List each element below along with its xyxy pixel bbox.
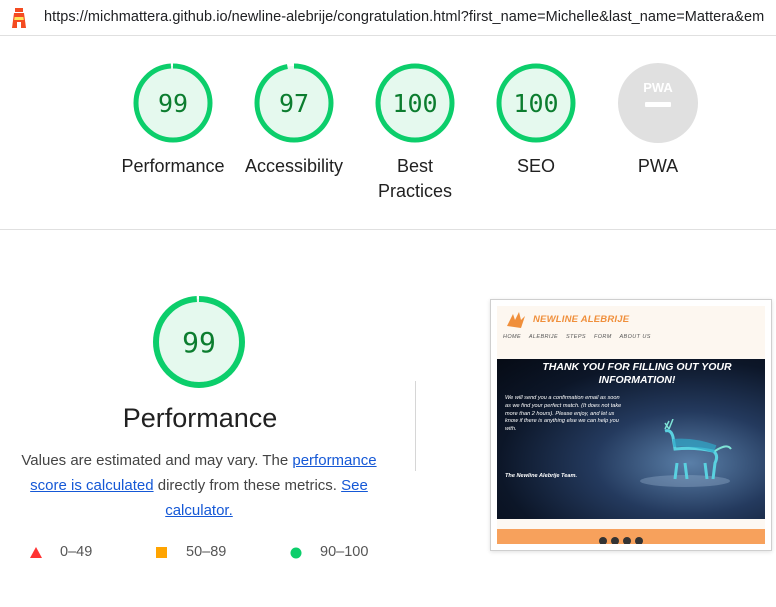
site-nav-item: ALEBRIJE	[528, 334, 559, 340]
instagram-icon	[599, 537, 607, 544]
circle-icon	[290, 547, 302, 559]
site-nav-item: ABOUT US	[619, 334, 651, 340]
legend-fail: 0–49	[30, 544, 92, 560]
legend-average-label: 50–89	[186, 544, 227, 560]
gauge-pwa[interactable]: PWA PWA	[598, 62, 718, 179]
site-nav-item: FORM	[593, 334, 612, 340]
performance-score: 99	[182, 326, 216, 359]
gauge-label: PWA	[637, 156, 679, 176]
gauge-label: Performance	[121, 156, 225, 176]
youtube-icon	[623, 537, 631, 544]
pwa-badge: PWA	[618, 63, 698, 143]
page-url[interactable]: https://michmattera.github.io/newline-al…	[44, 9, 764, 25]
score-ring: 97	[254, 63, 334, 143]
site-preview: NEWLINE ALEBRIJE HOME ALEBRIJE STEPS FOR…	[497, 306, 765, 544]
performance-description: Values are estimated and may vary. The p…	[14, 448, 384, 523]
social-icons	[599, 532, 647, 544]
hero-text: We will send you a confirmation email as…	[505, 395, 622, 433]
score-ring: 100	[375, 63, 455, 143]
performance-section: 99 Performance Values are estimated and …	[0, 231, 776, 607]
hero-title: THANK YOU FOR FILLING OUT YOUR INFORMATI…	[542, 361, 732, 386]
gauge-score: 100	[513, 89, 558, 118]
facebook-icon	[611, 537, 619, 544]
site-hero: THANK YOU FOR FILLING OUT YOUR INFORMATI…	[497, 359, 765, 519]
github-icon	[635, 537, 643, 544]
gauge-score: 99	[158, 89, 188, 118]
pwa-badge-text: PWA	[643, 80, 673, 95]
gauge-label: Accessibility	[244, 156, 344, 176]
legend-average: 50–89	[156, 544, 226, 560]
score-ring: 100	[496, 63, 576, 143]
score-ring: 99	[133, 63, 213, 143]
legend-pass: 90–100	[290, 544, 368, 560]
gauge-label: SEO	[516, 156, 555, 176]
hero-signature: The Newline Alebrije Team.	[505, 473, 578, 479]
gauge-score: 97	[279, 89, 309, 118]
legend-fail-label: 0–49	[60, 544, 93, 560]
category-gauges: 99 Performance 97 Accessibility 100 Best…	[0, 36, 776, 230]
site-brand: NEWLINE ALEBRIJE	[533, 314, 630, 325]
gauge-label: Best Practices	[377, 156, 453, 201]
square-icon	[156, 547, 167, 558]
gauge-accessibility[interactable]: 97 Accessibility	[234, 62, 354, 179]
performance-score-gauge: 99	[153, 296, 245, 388]
alebrije-logo-icon	[507, 312, 525, 328]
lighthouse-icon	[12, 8, 26, 28]
final-screenshot-thumbnail[interactable]: NEWLINE ALEBRIJE HOME ALEBRIJE STEPS FOR…	[490, 299, 772, 551]
url-bar: https://michmattera.github.io/newline-al…	[0, 0, 776, 36]
divider	[415, 381, 416, 471]
desc-text-2: directly from these metrics.	[153, 477, 342, 494]
gauge-score: 100	[392, 89, 437, 118]
pwa-dash-icon	[645, 102, 671, 107]
gauge-performance[interactable]: 99 Performance	[113, 62, 233, 179]
gauge-seo[interactable]: 100 SEO	[476, 62, 596, 179]
site-nav-item: HOME	[503, 334, 522, 340]
site-nav: HOME ALEBRIJE STEPS FORM ABOUT US	[503, 334, 657, 340]
legend-pass-label: 90–100	[320, 544, 369, 560]
desc-text-1: Values are estimated and may vary. The	[21, 452, 293, 469]
site-footer	[497, 529, 765, 544]
site-header: NEWLINE ALEBRIJE HOME ALEBRIJE STEPS FOR…	[497, 306, 765, 356]
site-nav-item: STEPS	[565, 334, 587, 340]
triangle-icon	[30, 547, 42, 558]
performance-title: Performance	[122, 403, 278, 433]
glowing-deer-image	[640, 419, 732, 487]
gauge-best-practices[interactable]: 100 Best Practices	[355, 62, 475, 204]
